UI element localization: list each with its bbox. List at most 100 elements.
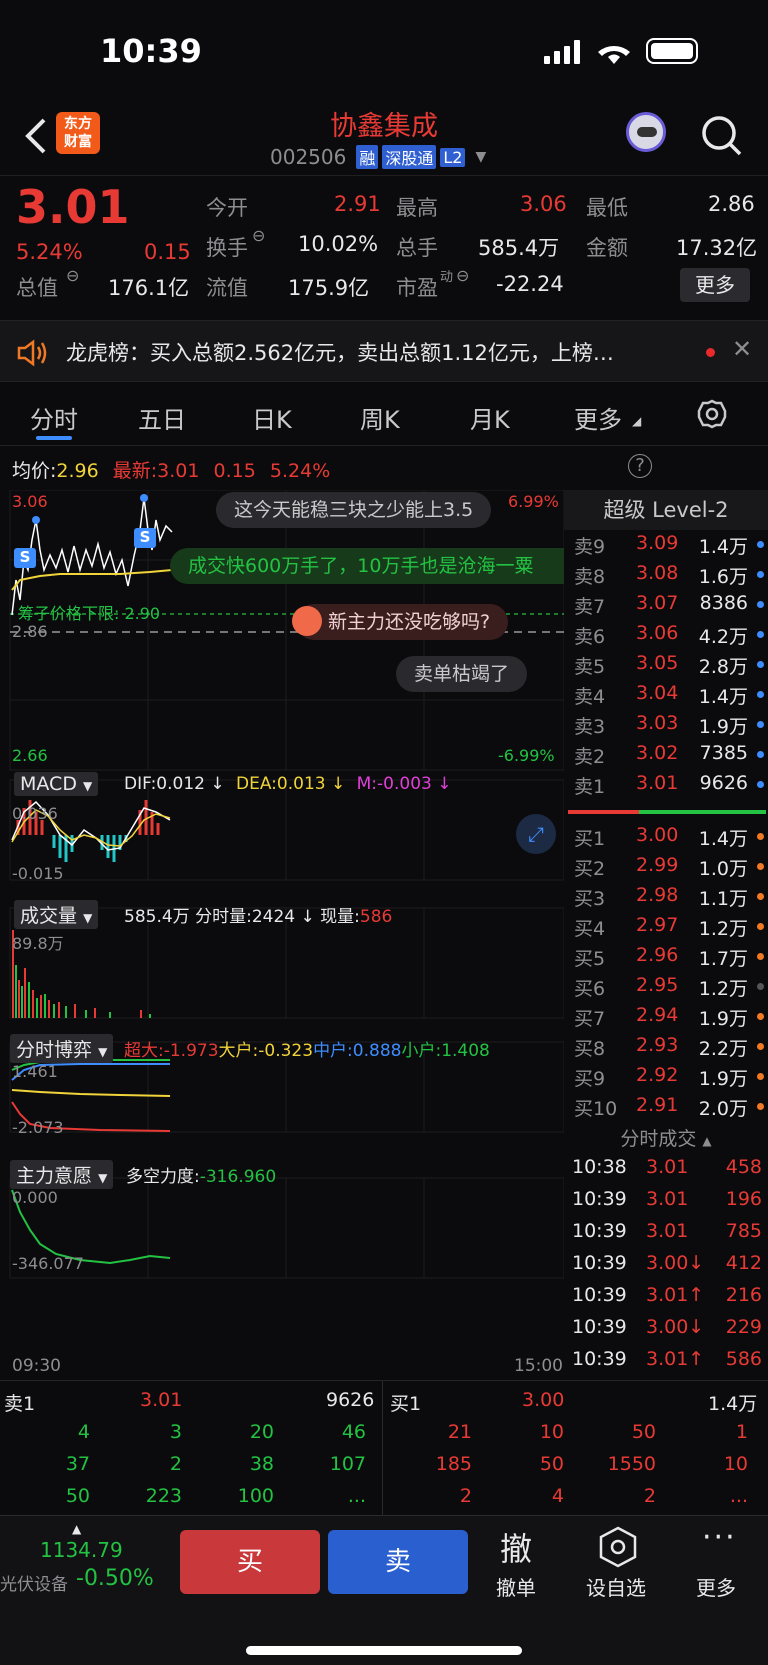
ask-row[interactable]: 卖8 3.08 1.6万 bbox=[564, 560, 768, 590]
queue-cell: 107 bbox=[329, 1453, 366, 1475]
ask-level: 卖9 bbox=[574, 536, 606, 558]
bid-volume: 1.0万 bbox=[698, 858, 748, 880]
bid-price: 2.92 bbox=[636, 1064, 679, 1086]
ask-row[interactable]: 卖3 3.03 1.9万 bbox=[564, 710, 768, 740]
sell-button[interactable]: 卖 bbox=[328, 1530, 468, 1594]
cancel-icon[interactable]: 撤 bbox=[500, 1524, 532, 1570]
badge-l2: L2 bbox=[440, 147, 466, 167]
comment-bubble[interactable]: 这今天能稳三块之少能上3.5 bbox=[216, 492, 492, 528]
bid-row[interactable]: 买9 2.92 1.9万 bbox=[564, 1062, 768, 1092]
bid-dot bbox=[757, 893, 764, 900]
info-icon[interactable]: ⊖ bbox=[66, 266, 79, 285]
queue-cell: 3 bbox=[169, 1421, 182, 1443]
pe-value: -22.24 bbox=[496, 272, 564, 296]
ask-volume: 4.2万 bbox=[698, 626, 748, 648]
will-selector[interactable]: 主力意愿 ▼ bbox=[10, 1160, 114, 1189]
queue-sell-volume: 9626 bbox=[326, 1389, 375, 1411]
settings-gear-icon[interactable] bbox=[696, 398, 728, 430]
search-icon[interactable] bbox=[700, 114, 744, 158]
trade-time: 10:39 bbox=[572, 1188, 627, 1210]
add-watchlist-button[interactable]: 设自选 bbox=[586, 1572, 646, 1601]
cancel-order-button[interactable]: 撤单 bbox=[496, 1572, 536, 1601]
info-icon[interactable]: ⊖ bbox=[456, 266, 469, 285]
tab-more-arrow-icon: ◢ bbox=[632, 414, 642, 428]
home-indicator bbox=[246, 1646, 522, 1655]
volume-value: 585.4万 bbox=[478, 236, 560, 260]
ask-row[interactable]: 卖9 3.09 1.4万 bbox=[564, 530, 768, 560]
comment-bubble[interactable]: 卖单枯竭了 bbox=[396, 656, 528, 692]
dropdown-icon[interactable]: ▼ bbox=[475, 149, 486, 165]
tab-five-day[interactable]: 五日 bbox=[138, 400, 186, 435]
help-icon[interactable]: ? bbox=[628, 454, 652, 478]
buy-button[interactable]: 买 bbox=[180, 1530, 320, 1594]
sell-signal-marker: S bbox=[134, 528, 156, 548]
tab-intraday[interactable]: 分时 bbox=[30, 400, 78, 435]
watchlist-icon[interactable] bbox=[598, 1526, 638, 1568]
dragon-tiger-notice[interactable]: 龙虎榜：买入总额2.562亿元，卖出总额1.12亿元，上榜… ✕ bbox=[0, 320, 768, 382]
chart-tabs: 分时 五日 日K 周K 月K 更多 ◢ bbox=[0, 382, 768, 446]
low-label: 最低 bbox=[586, 196, 628, 220]
open-value: 2.91 bbox=[334, 192, 381, 216]
ask-row[interactable]: 卖4 3.04 1.4万 bbox=[564, 680, 768, 710]
bottom-toolbar: ▲ 1134.79 光伏设备 -0.50% 买 卖 撤 撤单 设自选 ··· 更… bbox=[0, 1515, 768, 1665]
pct-top-label: 6.99% bbox=[508, 492, 559, 511]
game-selector[interactable]: 分时博弈 ▼ bbox=[10, 1034, 114, 1063]
macd-dif: DIF:0.012 ↓ bbox=[124, 774, 225, 794]
trades-title[interactable]: 分时成交 ▲ bbox=[564, 1124, 768, 1151]
comment-bubble[interactable]: 成交快600万手了，10万手也是沧海一粟 bbox=[170, 548, 564, 584]
ask-volume: 1.6万 bbox=[698, 566, 748, 588]
ask-price: 3.09 bbox=[636, 532, 679, 554]
mcap-label: 总值 bbox=[16, 276, 58, 300]
ask-level: 卖1 bbox=[574, 776, 606, 798]
price-bottom-label: 2.66 bbox=[12, 746, 48, 765]
bid-dot bbox=[757, 833, 764, 840]
bid-price: 2.95 bbox=[636, 974, 679, 996]
trade-price: 3.00↓ bbox=[646, 1252, 705, 1274]
ask-volume: 2.8万 bbox=[698, 656, 748, 678]
index-value[interactable]: 1134.79 bbox=[40, 1538, 123, 1562]
bid-row[interactable]: 买7 2.94 1.9万 bbox=[564, 1002, 768, 1032]
bid-dot bbox=[757, 953, 764, 960]
trade-volume: 785 bbox=[725, 1220, 762, 1242]
tab-weekly-k[interactable]: 周K bbox=[360, 400, 400, 435]
ask-row[interactable]: 卖7 3.07 8386 bbox=[564, 590, 768, 620]
ask-row[interactable]: 卖6 3.06 4.2万 bbox=[564, 620, 768, 650]
macd-selector[interactable]: MACD ▼ bbox=[14, 772, 99, 796]
battery-icon bbox=[646, 38, 698, 64]
info-icon[interactable]: ⊖ bbox=[252, 226, 265, 245]
queue-sell-label: 卖1 bbox=[4, 1393, 36, 1415]
more-button[interactable]: 更多 bbox=[680, 268, 750, 302]
expand-icon[interactable]: ⤢ bbox=[516, 814, 556, 854]
intraday-chart-area[interactable]: 均价:2.96 最新:3.01 0.15 5.24% ? 3.06 2.86 2… bbox=[0, 446, 652, 1380]
volume-selector[interactable]: 成交量 ▼ bbox=[14, 900, 99, 929]
bid-row[interactable]: 买2 2.99 1.0万 bbox=[564, 852, 768, 882]
trade-volume: 216 bbox=[725, 1284, 762, 1306]
more-menu-button[interactable]: 更多 bbox=[696, 1572, 736, 1601]
ask-row[interactable]: 卖5 3.05 2.8万 bbox=[564, 650, 768, 680]
open-label: 今开 bbox=[206, 196, 248, 220]
bid-row[interactable]: 买4 2.97 1.2万 bbox=[564, 912, 768, 942]
close-icon[interactable]: ✕ bbox=[732, 335, 752, 363]
comment-bubble[interactable]: 新主力还没吃够吗? bbox=[296, 604, 509, 640]
bid-level: 买1 bbox=[574, 828, 606, 850]
bid-row[interactable]: 买6 2.95 1.2万 bbox=[564, 972, 768, 1002]
index-name[interactable]: 光伏设备 bbox=[0, 1570, 68, 1595]
bid-row[interactable]: 买3 2.98 1.1万 bbox=[564, 882, 768, 912]
bid-row[interactable]: 买8 2.93 2.2万 bbox=[564, 1032, 768, 1062]
tab-daily-k[interactable]: 日K bbox=[252, 400, 292, 435]
bid-row[interactable]: 买5 2.96 1.7万 bbox=[564, 942, 768, 972]
bid-row[interactable]: 买10 2.91 2.0万 bbox=[564, 1092, 768, 1122]
bid-row[interactable]: 买1 3.00 1.4万 bbox=[564, 822, 768, 852]
ask-price: 3.01 bbox=[636, 772, 679, 794]
queue-cell: 20 bbox=[249, 1421, 274, 1443]
ask-row[interactable]: 卖2 3.02 7385 bbox=[564, 740, 768, 770]
more-dots-icon[interactable]: ··· bbox=[702, 1520, 737, 1555]
queue-cell: 2 bbox=[169, 1453, 182, 1475]
ask-row[interactable]: 卖1 3.01 9626 bbox=[564, 770, 768, 800]
robot-assistant-icon[interactable] bbox=[626, 112, 666, 152]
limit-down-label: 筹子价格下限: 2.90 bbox=[18, 604, 161, 623]
tab-monthly-k[interactable]: 月K bbox=[470, 400, 510, 435]
sell-queue-grid: 4 3 20 46 37 2 38 107 50 223 100... bbox=[0, 1421, 382, 1517]
game-small: 小户:1.408 bbox=[401, 1041, 490, 1061]
tab-more[interactable]: 更多 bbox=[574, 400, 622, 435]
